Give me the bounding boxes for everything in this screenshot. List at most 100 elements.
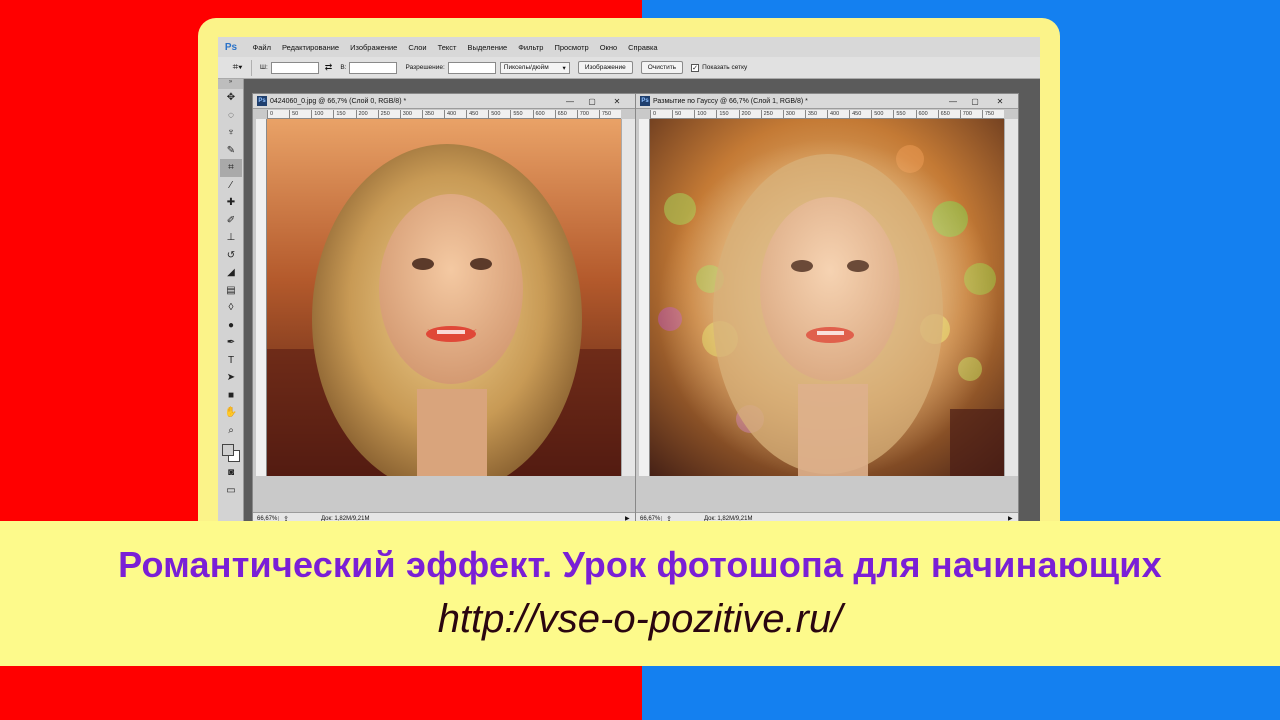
close-icon[interactable]: ✕ [603,95,631,107]
dodge-tool-icon[interactable]: ● [220,317,242,335]
site-url[interactable]: http://vse-o-pozitive.ru/ [0,597,1280,642]
canvas-blurred-photo[interactable] [650,119,1006,476]
ruler-tick: 300 [399,110,422,119]
stamp-tool-icon[interactable]: ⊥ [220,229,242,247]
ruler-tick: 600 [915,110,938,119]
shape-tool-icon[interactable]: ■ [220,387,242,405]
units-select[interactable]: Пикселы/дюйм ▾ [499,61,570,74]
brush-tool-icon[interactable]: ✐ [220,212,242,230]
menu-select[interactable]: Выделение [462,43,513,52]
width-input[interactable] [270,61,319,74]
ruler-tick: 300 [782,110,805,119]
color-swatches[interactable] [220,442,242,464]
collapse-icon[interactable]: » [218,79,243,89]
options-bar: ⌗▾ Ш: ⇄ В: Разрешение: Пикселы/дюйм ▾ Изо… [218,57,1040,79]
minimize-icon[interactable]: — [942,95,964,107]
lasso-tool-icon[interactable]: ♆ [220,124,242,142]
ruler-tick: 700 [576,110,599,119]
ruler-tick: 100 [311,110,333,119]
vertical-ruler [639,119,650,476]
ruler-tick: 600 [532,110,555,119]
history-brush-icon[interactable]: ↺ [220,247,242,265]
lesson-title: Романтический эффект. Урок фотошопа для … [118,544,1162,585]
vertical-scrollbar[interactable] [1004,119,1018,476]
marquee-tool-icon[interactable]: ◌ [220,107,242,125]
menu-bar: Ps Файл Редактирование Изображение Слои … [218,37,1040,57]
menu-filter[interactable]: Фильтр [513,43,549,52]
menu-help[interactable]: Справка [623,43,663,52]
ruler-tick: 150 [333,110,355,119]
ruler-tick: 350 [421,110,444,119]
clear-button[interactable]: Очистить [640,61,684,74]
quick-mask-icon[interactable]: ◙ [220,464,242,482]
chevron-down-icon: ▾ [562,64,566,72]
quick-select-tool-icon[interactable]: ✎ [220,142,242,160]
document-title-bar[interactable]: Ps Размытие по Гауссу @ 66,7% (Слой 1, R… [636,94,1018,109]
ruler-tick: 200 [355,110,378,119]
gradient-tool-icon[interactable]: ▤ [220,282,242,300]
menu-file[interactable]: Файл [247,43,276,52]
romantic-portrait-photo [650,119,1006,476]
ruler-tick: 550 [893,110,915,119]
grid-checkbox[interactable]: ✓ [691,63,700,72]
resolution-label: Разрешение: [405,64,445,71]
image-button[interactable]: Изображение [577,61,633,74]
vertical-scrollbar[interactable] [621,119,635,476]
close-icon[interactable]: ✕ [986,95,1014,107]
ps-logo: Ps [224,41,238,53]
menu-view[interactable]: Просмотр [549,43,594,52]
document-title-bar[interactable]: Ps 0424060_0.jpg @ 66,7% (Слой 0, RGB/8)… [253,94,635,109]
ruler-tick: 250 [760,110,783,119]
document-window-blurred: Ps Размытие по Гауссу @ 66,7% (Слой 1, R… [635,93,1019,525]
ruler-tick: 500 [871,110,893,119]
type-tool-icon[interactable]: T [220,352,242,370]
healing-brush-icon[interactable]: ✚ [220,194,242,212]
height-label: В: [340,64,347,71]
ruler-tick: 400 [827,110,849,119]
pen-tool-icon[interactable]: ✒ [220,334,242,352]
foreground-color-swatch[interactable] [222,444,234,456]
width-label: Ш: [260,64,268,71]
blur-tool-icon[interactable]: ◊ [220,299,242,317]
minimize-icon[interactable]: — [559,95,581,107]
ruler-tick: 650 [554,110,577,119]
eraser-tool-icon[interactable]: ◢ [220,264,242,282]
ruler-tick: 200 [738,110,761,119]
ruler-tick: 350 [804,110,827,119]
ps-document-icon: Ps [257,96,267,106]
eyedropper-tool-icon[interactable]: ⁄ [220,177,242,195]
ruler-tick: 650 [937,110,960,119]
height-input[interactable] [349,61,398,74]
caption-banner: Романтический эффект. Урок фотошопа для … [0,521,1280,666]
ruler-tick: 100 [694,110,716,119]
menu-edit[interactable]: Редактирование [276,43,344,52]
resolution-input[interactable] [447,61,496,74]
move-tool-icon[interactable]: ✥ [220,89,242,107]
screen-mode-icon[interactable]: ▭ [220,482,242,500]
ruler-tick: 250 [377,110,400,119]
ruler-tick: 400 [444,110,466,119]
grid-checkbox-label: Показать сетку [702,64,748,71]
zoom-tool-icon[interactable]: ⌕ [220,422,242,440]
crop-tool-preset-icon[interactable]: ⌗▾ [224,59,252,76]
ruler-tick: 550 [510,110,532,119]
swap-icon[interactable]: ⇄ [325,62,333,73]
path-select-icon[interactable]: ➤ [220,369,242,387]
ruler-tick: 500 [488,110,510,119]
ruler-tick: 750 [981,110,1004,119]
maximize-icon[interactable]: ▢ [581,95,603,107]
portrait-photo [267,119,623,476]
menu-window[interactable]: Окно [594,43,622,52]
canvas-original-photo[interactable] [267,119,623,476]
window-controls: — ▢ ✕ [559,95,631,107]
menu-type[interactable]: Текст [432,43,462,52]
menu-image[interactable]: Изображение [345,43,403,52]
ruler-tick: 50 [289,110,311,119]
ruler-tick: 0 [650,110,672,119]
ruler-tick: 750 [598,110,621,119]
maximize-icon[interactable]: ▢ [964,95,986,107]
tools-panel: » ✥ ◌ ♆ ✎ ⌗ ⁄ ✚ ✐ ⊥ ↺ ◢ ▤ ◊ ● ✒ T ➤ ■ ✋ … [218,79,244,525]
menu-layers[interactable]: Слои [403,43,432,52]
crop-tool-icon[interactable]: ⌗ [220,159,242,177]
hand-tool-icon[interactable]: ✋ [220,404,242,422]
